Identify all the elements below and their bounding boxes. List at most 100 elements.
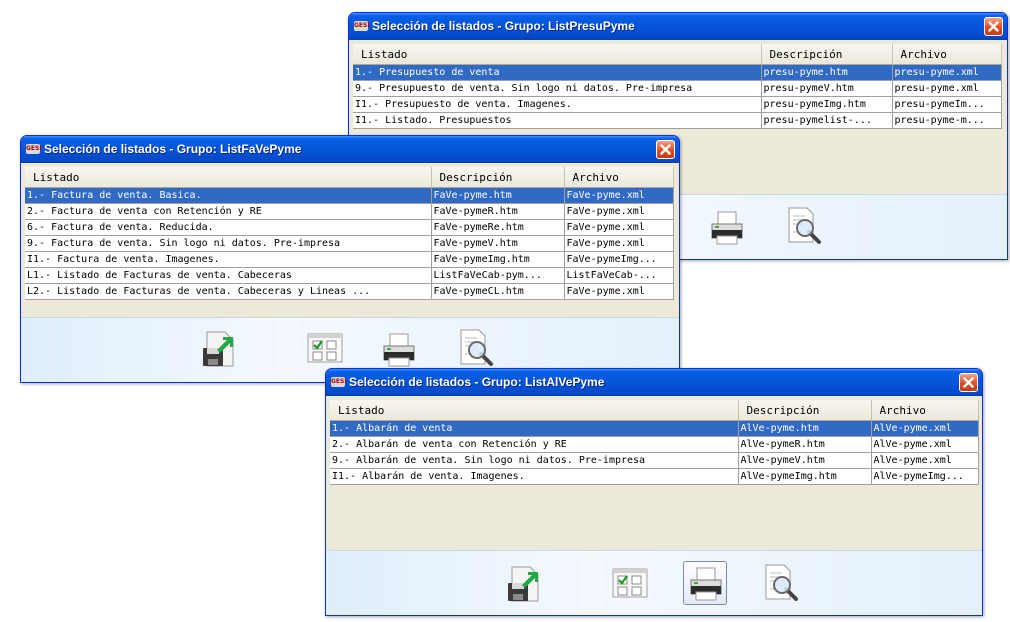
table-row[interactable]: L2.- Listado de Facturas de venta. Cabec… [25, 283, 674, 300]
export-button[interactable] [197, 326, 241, 370]
cell-descripcion: FaVe-pymeRe.htm [431, 219, 565, 236]
select-fields-button[interactable] [608, 561, 652, 605]
print-button[interactable] [377, 328, 421, 372]
cell-archivo: FaVe-pyme.xml [564, 187, 674, 204]
cell-archivo: ListFaVeCab-... [564, 267, 674, 284]
column-header-archivo[interactable]: Archivo [892, 44, 1002, 65]
column-header-listado[interactable]: Listado [25, 167, 432, 188]
print-preview-button[interactable] [453, 326, 497, 370]
cell-listado: 6.- Factura de venta. Reducida. [25, 219, 432, 236]
column-header-archivo[interactable]: Archivo [564, 167, 674, 188]
select-fields-button[interactable] [303, 326, 347, 370]
cell-archivo: presu-pyme.xml [892, 80, 1002, 97]
close-icon [960, 374, 977, 391]
column-header-listado[interactable]: Listado [353, 44, 762, 65]
cell-descripcion: presu-pyme.htm [761, 64, 893, 81]
select-fields-icon [305, 328, 345, 368]
window-title: Selección de listados - Grupo: ListPresu… [372, 19, 635, 33]
cell-archivo: FaVe-pyme.xml [564, 203, 674, 220]
listados-table-container: Listado Descripción Archivo 1.- Factura … [25, 167, 674, 317]
cell-listado: I1.- Albarán de venta. Imagenes. [330, 468, 739, 485]
table-row[interactable]: 1.- Factura de venta. Basica. FaVe-pyme.… [25, 187, 674, 204]
printer-icon [707, 208, 747, 248]
print-button[interactable] [683, 561, 727, 605]
table-row[interactable]: I1.- Albarán de venta. Imagenes. AlVe-py… [330, 468, 979, 485]
window-title: Selección de listados - Grupo: ListAlVeP… [349, 375, 605, 389]
cell-archivo: FaVe-pyme.xml [564, 219, 674, 236]
cell-listado: 1.- Albarán de venta [330, 420, 739, 437]
cell-archivo: AlVe-pyme.xml [871, 452, 979, 469]
title-bar[interactable]: GESI Selección de listados - Grupo: List… [21, 136, 679, 163]
listados-table-container: Listado Descripción Archivo 1.- Albarán … [330, 400, 979, 550]
cell-descripcion: FaVe-pymeCL.htm [431, 283, 565, 300]
select-fields-icon [610, 563, 650, 603]
print-preview-icon [455, 328, 495, 368]
print-preview-icon [760, 563, 800, 603]
cell-descripcion: FaVe-pymeImg.htm [431, 251, 565, 268]
cell-listado: 9.- Presupuesto de venta. Sin logo ni da… [353, 80, 762, 97]
table-row[interactable]: I1.- Factura de venta. Imagenes. FaVe-py… [25, 251, 674, 268]
close-button[interactable] [984, 17, 1003, 36]
table-row[interactable]: 1.- Presupuesto de venta presu-pyme.htm … [353, 64, 1002, 81]
title-bar[interactable]: GESI Selección de listados - Grupo: List… [349, 13, 1007, 40]
action-toolbar [326, 550, 982, 615]
cell-listado: 9.- Albarán de venta. Sin logo ni datos.… [330, 452, 739, 469]
export-icon [504, 563, 544, 603]
column-header-descripcion[interactable]: Descripción [431, 167, 565, 188]
window-title: Selección de listados - Grupo: ListFaVeP… [44, 142, 302, 156]
table-row[interactable]: 1.- Albarán de venta AlVe-pyme.htm AlVe-… [330, 420, 979, 437]
print-button[interactable] [705, 206, 749, 250]
cell-listado: 1.- Factura de venta. Basica. [25, 187, 432, 204]
table-row[interactable]: 9.- Factura de venta. Sin logo ni datos.… [25, 235, 674, 252]
cell-listado: I1.- Factura de venta. Imagenes. [25, 251, 432, 268]
cell-descripcion: AlVe-pymeR.htm [738, 436, 872, 453]
column-header-listado[interactable]: Listado [330, 400, 739, 421]
cell-descripcion: presu-pymelist-... [761, 112, 893, 129]
cell-descripcion: FaVe-pyme.htm [431, 187, 565, 204]
gesi-app-icon: GESI [331, 377, 347, 387]
cell-descripcion: AlVe-pymeImg.htm [738, 468, 872, 485]
cell-descripcion: FaVe-pymeV.htm [431, 235, 565, 252]
table-row[interactable]: 2.- Factura de venta con Retención y RE … [25, 203, 674, 220]
cell-archivo: FaVe-pymeImg... [564, 251, 674, 268]
column-header-archivo[interactable]: Archivo [871, 400, 979, 421]
cell-listado: 1.- Presupuesto de venta [353, 64, 762, 81]
cell-descripcion: presu-pymeImg.htm [761, 96, 893, 113]
title-bar[interactable]: GESI Selección de listados - Grupo: List… [326, 369, 982, 396]
cell-archivo: FaVe-pyme.xml [564, 235, 674, 252]
cell-descripcion: AlVe-pymeV.htm [738, 452, 872, 469]
close-button[interactable] [959, 373, 978, 392]
gesi-app-icon: GESI [26, 144, 42, 154]
table-row[interactable]: I1.- Listado. Presupuestos presu-pymelis… [353, 112, 1002, 129]
cell-listado: L2.- Listado de Facturas de venta. Cabec… [25, 283, 432, 300]
print-preview-button[interactable] [781, 204, 825, 248]
cell-archivo: presu-pyme.xml [892, 64, 1002, 81]
close-button[interactable] [656, 140, 675, 159]
cell-archivo: AlVe-pyme.xml [871, 420, 979, 437]
column-header-descripcion[interactable]: Descripción [738, 400, 872, 421]
printer-icon [379, 330, 419, 370]
cell-archivo: AlVe-pymeImg... [871, 468, 979, 485]
cell-listado: 2.- Albarán de venta con Retención y RE [330, 436, 739, 453]
cell-descripcion: AlVe-pyme.htm [738, 420, 872, 437]
table-row[interactable]: I1.- Presupuesto de venta. Imagenes. pre… [353, 96, 1002, 113]
table-row[interactable]: 9.- Albarán de venta. Sin logo ni datos.… [330, 452, 979, 469]
cell-archivo: FaVe-pyme.xml [564, 283, 674, 300]
listados-table: Listado Descripción Archivo 1.- Albarán … [330, 400, 979, 485]
export-button[interactable] [502, 561, 546, 605]
table-row[interactable]: 9.- Presupuesto de venta. Sin logo ni da… [353, 80, 1002, 97]
table-row[interactable]: 2.- Albarán de venta con Retención y RE … [330, 436, 979, 453]
window-list-fave-pyme: GESI Selección de listados - Grupo: List… [20, 135, 680, 383]
table-row[interactable]: L1.- Listado de Facturas de venta. Cabec… [25, 267, 674, 284]
cell-listado: 9.- Factura de venta. Sin logo ni datos.… [25, 235, 432, 252]
cell-listado: L1.- Listado de Facturas de venta. Cabec… [25, 267, 432, 284]
column-header-descripcion[interactable]: Descripción [761, 44, 893, 65]
print-preview-button[interactable] [758, 561, 802, 605]
cell-archivo: AlVe-pyme.xml [871, 436, 979, 453]
cell-archivo: presu-pymeIm... [892, 96, 1002, 113]
window-list-alve-pyme: GESI Selección de listados - Grupo: List… [325, 368, 983, 616]
table-row[interactable]: 6.- Factura de venta. Reducida. FaVe-pym… [25, 219, 674, 236]
cell-descripcion: ListFaVeCab-pym... [431, 267, 565, 284]
cell-descripcion: presu-pymeV.htm [761, 80, 893, 97]
listados-table: Listado Descripción Archivo 1.- Presupue… [353, 44, 1002, 129]
